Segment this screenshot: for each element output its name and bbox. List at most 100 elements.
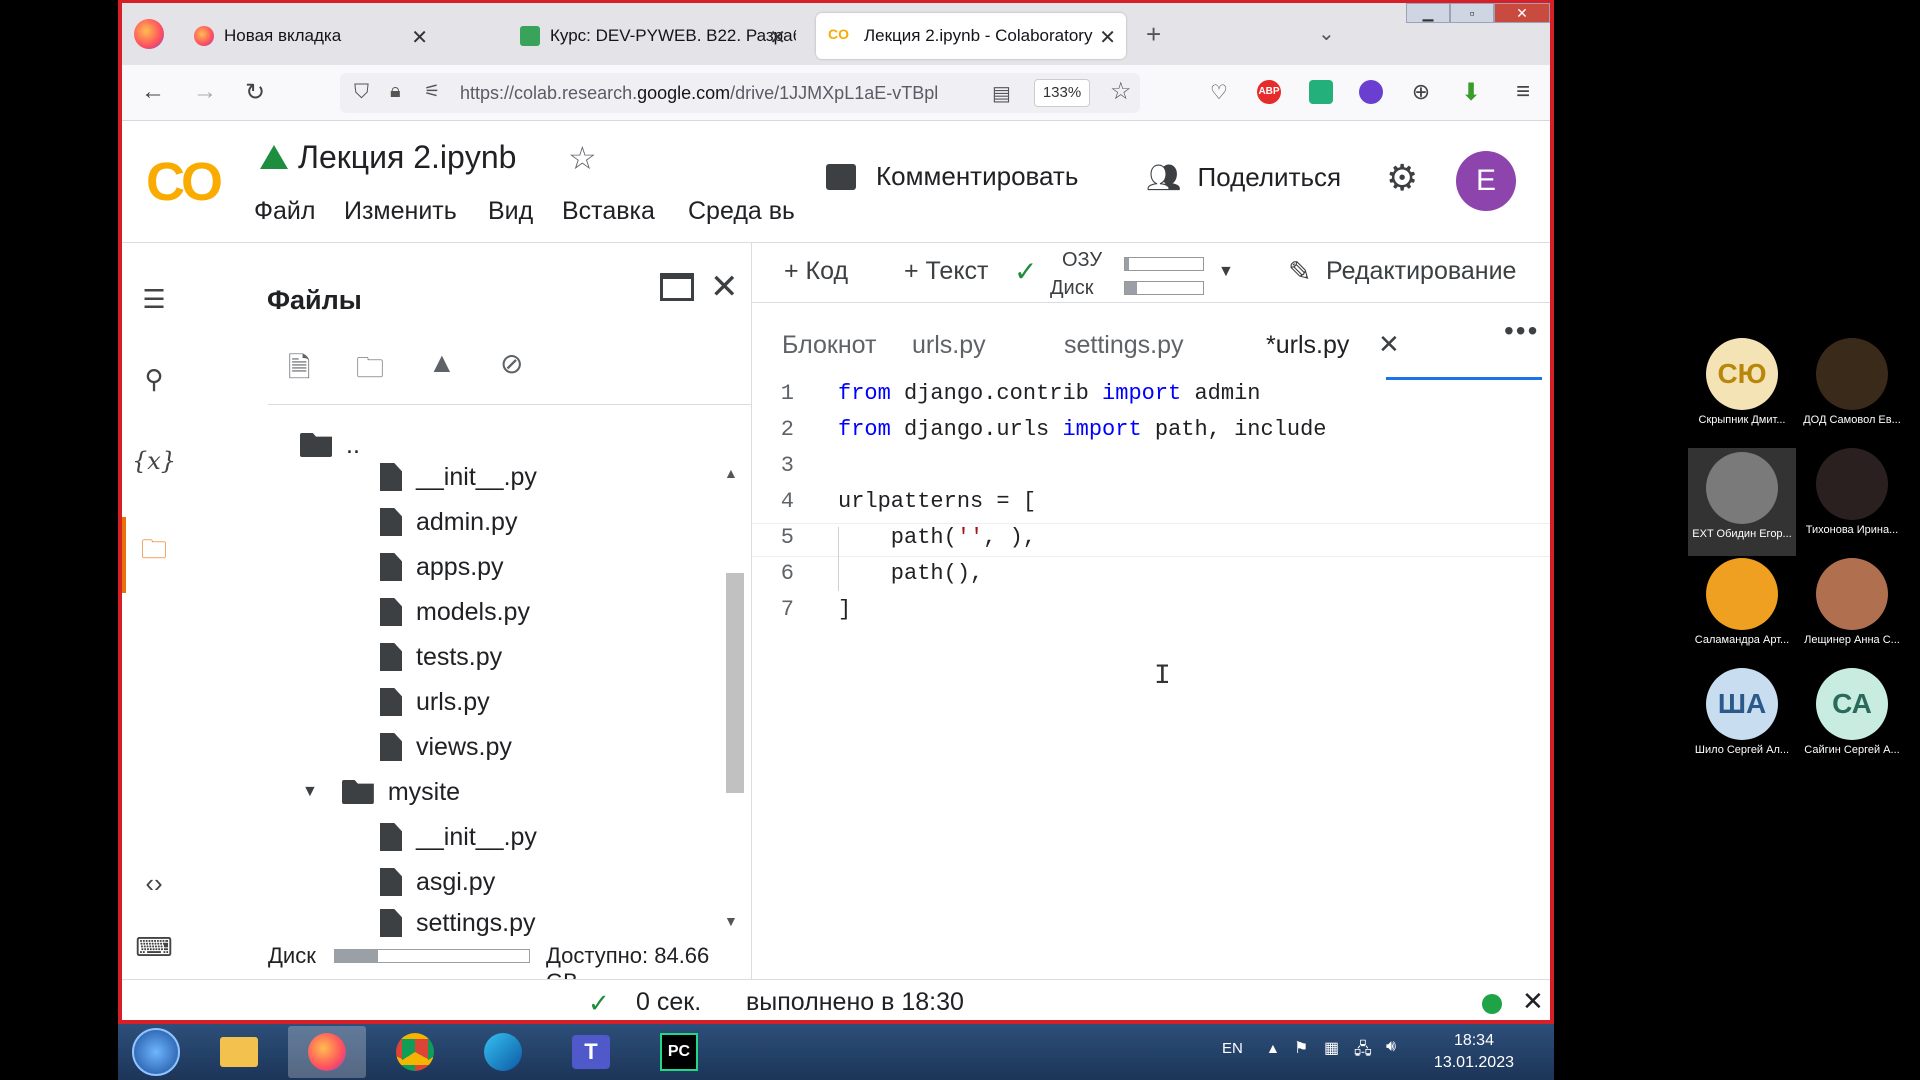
- mount-drive-icon[interactable]: ▲: [428, 347, 456, 379]
- participant-tile[interactable]: Саламандра Арт...: [1688, 558, 1796, 646]
- settings-gear-icon[interactable]: ⚙: [1386, 157, 1418, 199]
- code-line[interactable]: 6 path(),: [752, 561, 1550, 591]
- volume-icon[interactable]: 🔊︎: [1386, 1038, 1396, 1056]
- open-in-tab-icon[interactable]: [660, 273, 694, 301]
- participant-tile[interactable]: ША Шило Сергей Ал...: [1688, 668, 1796, 756]
- code-line[interactable]: 7]: [752, 597, 1550, 627]
- forward-arrow-icon[interactable]: →: [188, 75, 222, 109]
- participant-tile[interactable]: СА Сайгин Сергей А...: [1798, 668, 1906, 756]
- reload-icon[interactable]: ↻: [238, 75, 272, 109]
- start-button-icon[interactable]: [132, 1028, 180, 1076]
- code-line[interactable]: 3: [752, 453, 1550, 483]
- scroll-up-icon[interactable]: ▲: [724, 465, 738, 481]
- tab-settings[interactable]: settings.py: [1064, 331, 1184, 360]
- tree-file[interactable]: __init__.py: [380, 819, 537, 855]
- star-icon[interactable]: ☆: [568, 139, 597, 177]
- refresh-folder-icon[interactable]: 🗀: [356, 347, 384, 395]
- scroll-down-icon[interactable]: ▼: [724, 913, 738, 929]
- lock-icon[interactable]: 🔒︎: [390, 80, 401, 103]
- network-icon[interactable]: 🖧︎: [1354, 1038, 1372, 1065]
- code-line[interactable]: 4 urlpatterns = [: [752, 489, 1550, 519]
- expand-caret-icon[interactable]: ▼: [302, 783, 318, 801]
- tray-app-icon[interactable]: ▦: [1324, 1038, 1339, 1058]
- tree-file[interactable]: models.py: [380, 594, 530, 630]
- window-close-icon[interactable]: ✕: [1494, 3, 1550, 23]
- more-options-icon[interactable]: •••: [1504, 315, 1539, 347]
- download-arrow-icon[interactable]: ⬇: [1454, 75, 1488, 109]
- participant-tile[interactable]: СЮ Скрыпник Дмит...: [1688, 338, 1796, 426]
- tab-urls-modified[interactable]: *urls.py: [1266, 331, 1349, 360]
- notebook-title[interactable]: Лекция 2.ipynb: [298, 139, 516, 176]
- flag-icon[interactable]: ⚑: [1294, 1038, 1308, 1058]
- tree-file[interactable]: tests.py: [380, 639, 502, 675]
- code-editor[interactable]: 1 from django.contrib import admin 2 from …: [752, 381, 1550, 979]
- extension-purple-icon[interactable]: [1354, 75, 1388, 109]
- address-bar[interactable]: ⛉ 🔒︎ ⚟ https://colab.research.google.com…: [340, 73, 1140, 113]
- tab-notebook[interactable]: Блокнот: [782, 331, 876, 360]
- search-icon[interactable]: ⚲: [130, 359, 178, 399]
- disk-meter[interactable]: [1124, 281, 1204, 295]
- tab-list-chevron-icon[interactable]: ⌄: [1318, 21, 1335, 46]
- add-text-button[interactable]: + Текст: [904, 257, 989, 286]
- explorer-app[interactable]: [200, 1026, 278, 1078]
- tab-urls[interactable]: urls.py: [912, 331, 986, 360]
- firefox-app[interactable]: [288, 1026, 366, 1078]
- tab-colab[interactable]: CO Лекция 2.ipynb - Colaboratory ✕: [816, 13, 1126, 59]
- edge-app[interactable]: [464, 1026, 542, 1078]
- account-avatar[interactable]: E: [1456, 151, 1516, 211]
- minimize-icon[interactable]: ▁: [1406, 3, 1450, 23]
- pycharm-app[interactable]: PC: [640, 1026, 718, 1078]
- menu-file[interactable]: Файл: [254, 197, 315, 226]
- comment-button[interactable]: Комментировать: [826, 161, 1078, 192]
- resources-dropdown-icon[interactable]: ▼: [1218, 263, 1234, 281]
- participant-tile[interactable]: EXT Обидин Егор...: [1688, 448, 1796, 556]
- close-tab-icon[interactable]: ✕: [769, 25, 786, 50]
- code-line[interactable]: 5 path('', ),: [752, 525, 1550, 555]
- menu-runtime[interactable]: Среда вы: [688, 197, 796, 226]
- globe-icon[interactable]: ⊕: [1404, 75, 1438, 109]
- clock[interactable]: 18:34 13.01.2023: [1434, 1030, 1514, 1074]
- close-tab-icon[interactable]: ✕: [411, 25, 428, 50]
- bookmark-star-icon[interactable]: ☆: [1110, 77, 1132, 106]
- share-button[interactable]: 👥︎ Поделиться: [1146, 161, 1341, 194]
- tree-folder[interactable]: ▼ mysite: [302, 774, 460, 810]
- tree-file[interactable]: views.py: [380, 729, 512, 765]
- hamburger-menu-icon[interactable]: ≡: [1506, 75, 1540, 109]
- menu-edit[interactable]: Изменить: [344, 197, 457, 226]
- tree-parent-folder[interactable]: ..: [300, 427, 360, 463]
- tree-file[interactable]: urls.py: [380, 684, 490, 720]
- participant-tile[interactable]: Тихонова Ирина...: [1798, 448, 1906, 536]
- hide-files-icon[interactable]: ⊘: [500, 347, 523, 380]
- menu-view[interactable]: Вид: [488, 197, 533, 226]
- scrollbar-thumb[interactable]: [726, 573, 744, 793]
- variables-icon[interactable]: {x}: [130, 441, 178, 481]
- tree-file[interactable]: apps.py: [380, 549, 504, 585]
- maximize-icon[interactable]: ▫: [1450, 3, 1494, 23]
- tree-file[interactable]: __init__.py: [380, 459, 537, 495]
- firefox-menu-icon[interactable]: [134, 19, 164, 49]
- teams-app[interactable]: T: [552, 1026, 630, 1078]
- ram-meter[interactable]: [1124, 257, 1204, 271]
- participant-tile[interactable]: Лещинер Анна С...: [1798, 558, 1906, 646]
- menu-insert[interactable]: Вставка: [562, 197, 655, 226]
- tab-new-tab[interactable]: Новая вкладка ✕: [182, 13, 438, 59]
- terminal-icon[interactable]: ⌨: [130, 927, 178, 967]
- upload-file-icon[interactable]: 🗎: [288, 347, 311, 395]
- new-tab-plus-icon[interactable]: +: [1146, 19, 1161, 50]
- extension-green-icon[interactable]: [1304, 75, 1338, 109]
- code-line[interactable]: 2 from django.urls import path, include: [752, 417, 1550, 447]
- shield-icon[interactable]: ⛉: [354, 81, 369, 104]
- permissions-icon[interactable]: ⚟: [424, 81, 440, 102]
- pocket-icon[interactable]: ♡: [1202, 75, 1236, 109]
- table-of-contents-icon[interactable]: ☰: [130, 279, 178, 319]
- close-editor-tab-icon[interactable]: ✕: [1378, 329, 1400, 360]
- reader-view-icon[interactable]: ▤: [992, 81, 1011, 106]
- chrome-app[interactable]: [376, 1026, 454, 1078]
- add-code-button[interactable]: + Код: [784, 257, 848, 286]
- editing-mode-button[interactable]: Редактирование: [1326, 257, 1516, 286]
- close-status-icon[interactable]: ✕: [1522, 986, 1544, 1017]
- tree-file[interactable]: settings.py: [380, 909, 536, 937]
- close-panel-icon[interactable]: ✕: [710, 267, 739, 307]
- tree-file[interactable]: asgi.py: [380, 864, 495, 900]
- tree-file[interactable]: admin.py: [380, 504, 517, 540]
